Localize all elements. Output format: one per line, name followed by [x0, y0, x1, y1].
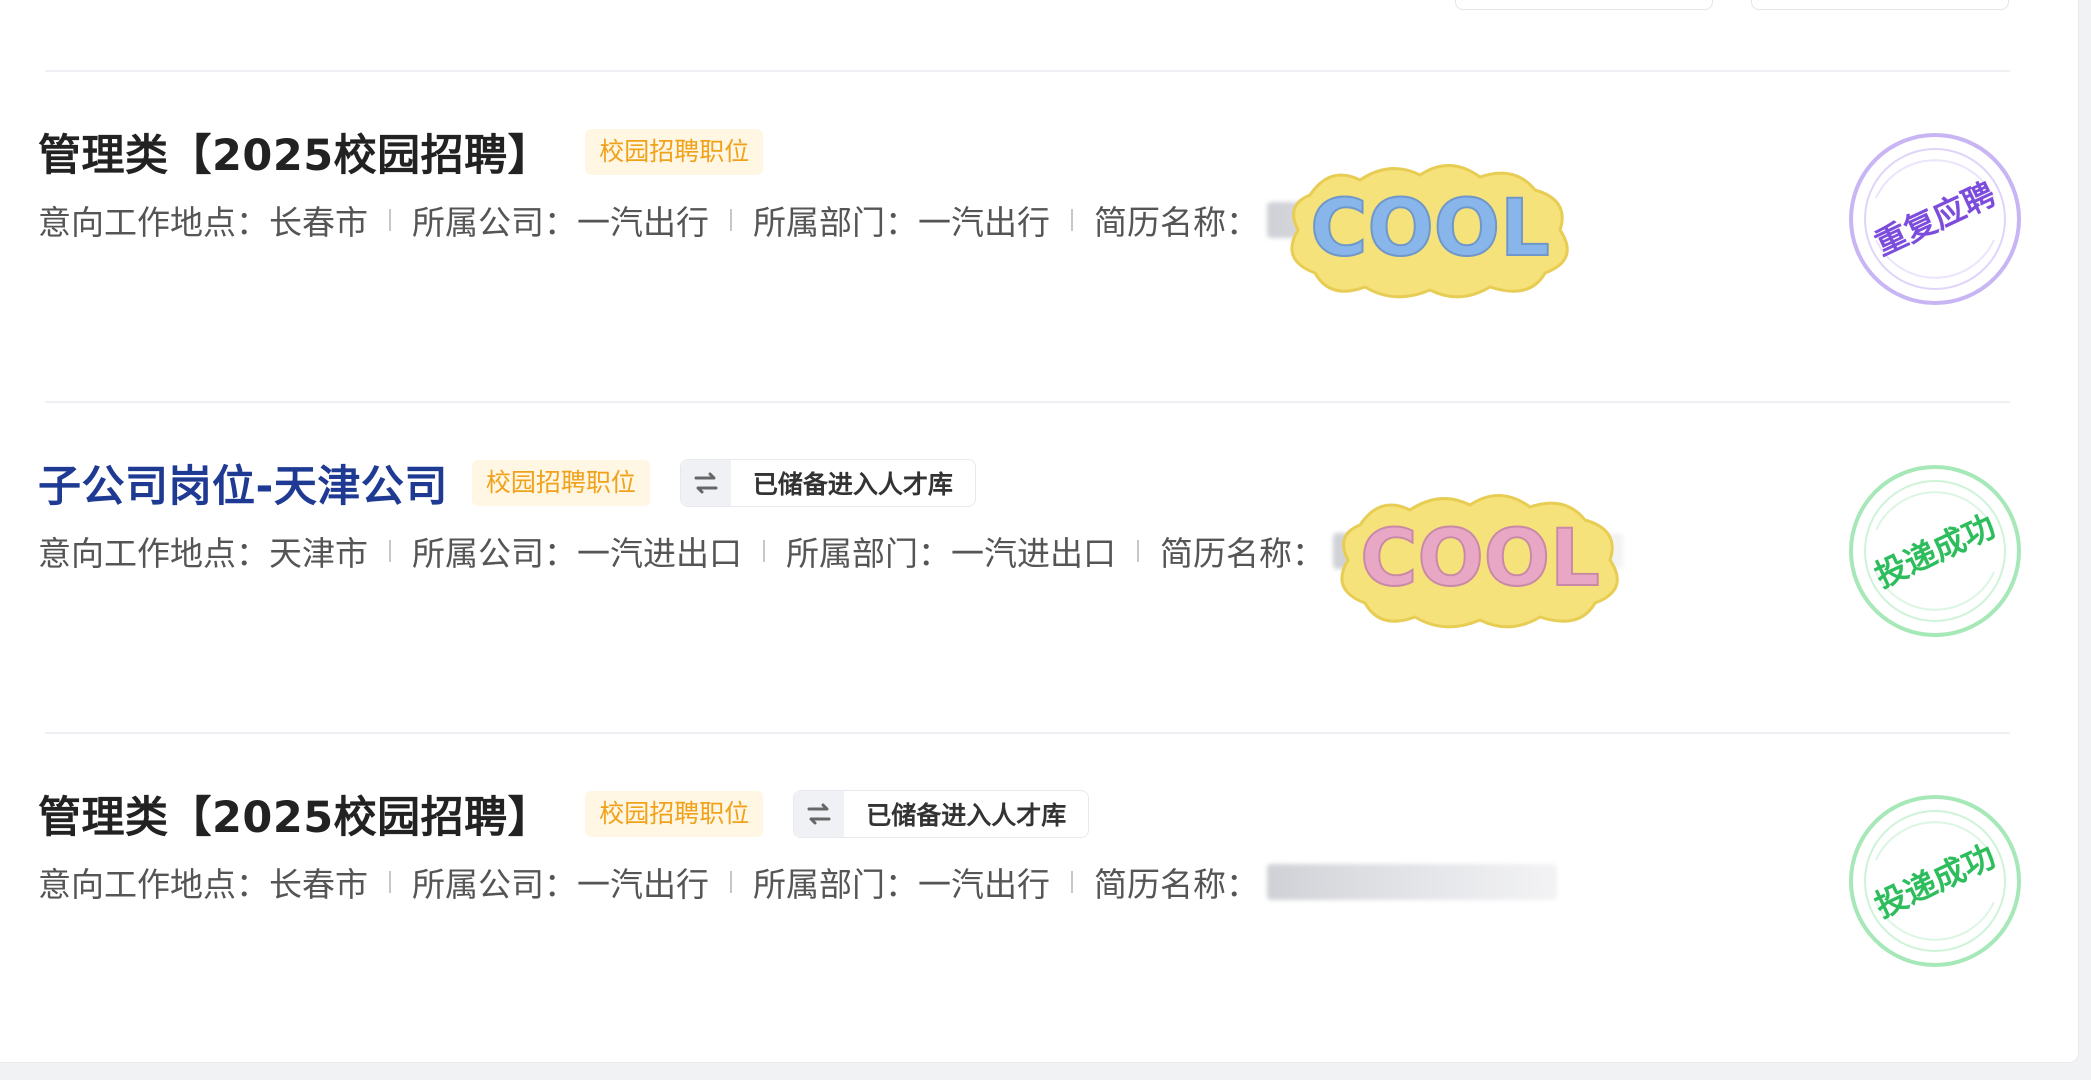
dept-label: 所属部门：	[753, 865, 918, 904]
location-label: 意向工作地点：	[38, 534, 269, 573]
dept-value: 一汽出行	[918, 203, 1050, 242]
separator	[1071, 871, 1073, 893]
job-item-2[interactable]: 子公司岗位-天津公司 校园招聘职位 已储备进入人才库	[38, 453, 976, 513]
company-value: 一汽进出口	[577, 534, 742, 573]
dept-value: 一汽出行	[918, 865, 1050, 904]
separator	[730, 209, 732, 231]
job-item-1[interactable]: 管理类【2025校园招聘】 校园招聘职位	[38, 121, 764, 183]
location-label: 意向工作地点：	[38, 865, 269, 904]
divider	[45, 401, 2010, 403]
stamp-delivered: 投递成功	[1849, 465, 2021, 637]
separator	[1071, 209, 1073, 231]
swap-icon	[794, 791, 845, 837]
swap-icon	[680, 460, 731, 506]
location-value: 天津市	[269, 534, 368, 573]
job-meta: 意向工作地点： 长春市 所属公司： 一汽出行 所属部门： 一汽出行 简历名称：	[38, 858, 1557, 906]
blurred-resume-name	[1267, 864, 1557, 900]
separator	[389, 871, 391, 893]
separator	[389, 540, 391, 562]
cool-sticker: COOL	[1290, 164, 1569, 299]
separator	[389, 209, 391, 231]
divider	[45, 70, 2010, 72]
job-title[interactable]: 管理类【2025校园招聘】	[38, 783, 551, 845]
campus-tag: 校园招聘职位	[585, 791, 764, 837]
job-item-3[interactable]: 管理类【2025校园招聘】 校园招聘职位 已储备进入人才库	[38, 783, 1090, 845]
resume-label: 简历名称：	[1094, 865, 1259, 904]
talent-pool-label: 已储备进入人才库	[752, 470, 953, 499]
company-label: 所属公司：	[412, 865, 577, 904]
cool-sticker: COOL	[1340, 494, 1619, 629]
company-label: 所属公司：	[412, 203, 577, 242]
campus-tag: 校园招聘职位	[585, 129, 764, 175]
separator	[763, 540, 765, 562]
dept-value: 一汽进出口	[951, 534, 1116, 573]
campus-tag: 校园招聘职位	[471, 460, 650, 506]
application-list-panel: 管理类【2025校园招聘】 校园招聘职位 意向工作地点： 长春市 所属公司： 一…	[0, 0, 2079, 1063]
dept-label: 所属部门：	[753, 203, 918, 242]
company-label: 所属公司：	[412, 534, 577, 573]
separator	[730, 871, 732, 893]
stamp-text: 投递成功	[1869, 837, 2001, 926]
job-title[interactable]: 子公司岗位-天津公司	[38, 452, 448, 514]
job-title[interactable]: 管理类【2025校园招聘】	[38, 121, 551, 183]
location-value: 长春市	[269, 865, 368, 904]
talent-pool-tag: 已储备进入人才库	[793, 790, 1090, 838]
top-button-2[interactable]	[1751, 0, 2009, 10]
sticker-text: COOL	[1310, 184, 1550, 274]
company-value: 一汽出行	[577, 203, 709, 242]
talent-pool-label: 已储备进入人才库	[866, 801, 1067, 830]
talent-pool-tag: 已储备进入人才库	[679, 459, 976, 507]
dept-label: 所属部门：	[786, 534, 951, 573]
resume-label: 简历名称：	[1094, 203, 1259, 242]
stamp-text: 重复应聘	[1869, 175, 2001, 264]
stamp-delivered: 投递成功	[1849, 795, 2021, 967]
top-button-1[interactable]	[1455, 0, 1713, 10]
stamp-repeat-apply: 重复应聘	[1849, 133, 2021, 305]
company-value: 一汽出行	[577, 865, 709, 904]
location-value: 长春市	[269, 203, 368, 242]
stamp-text: 投递成功	[1869, 507, 2001, 596]
separator	[1137, 540, 1139, 562]
divider	[45, 732, 2010, 734]
resume-label: 简历名称：	[1160, 534, 1325, 573]
sticker-text: COOL	[1360, 514, 1600, 604]
location-label: 意向工作地点：	[38, 203, 269, 242]
